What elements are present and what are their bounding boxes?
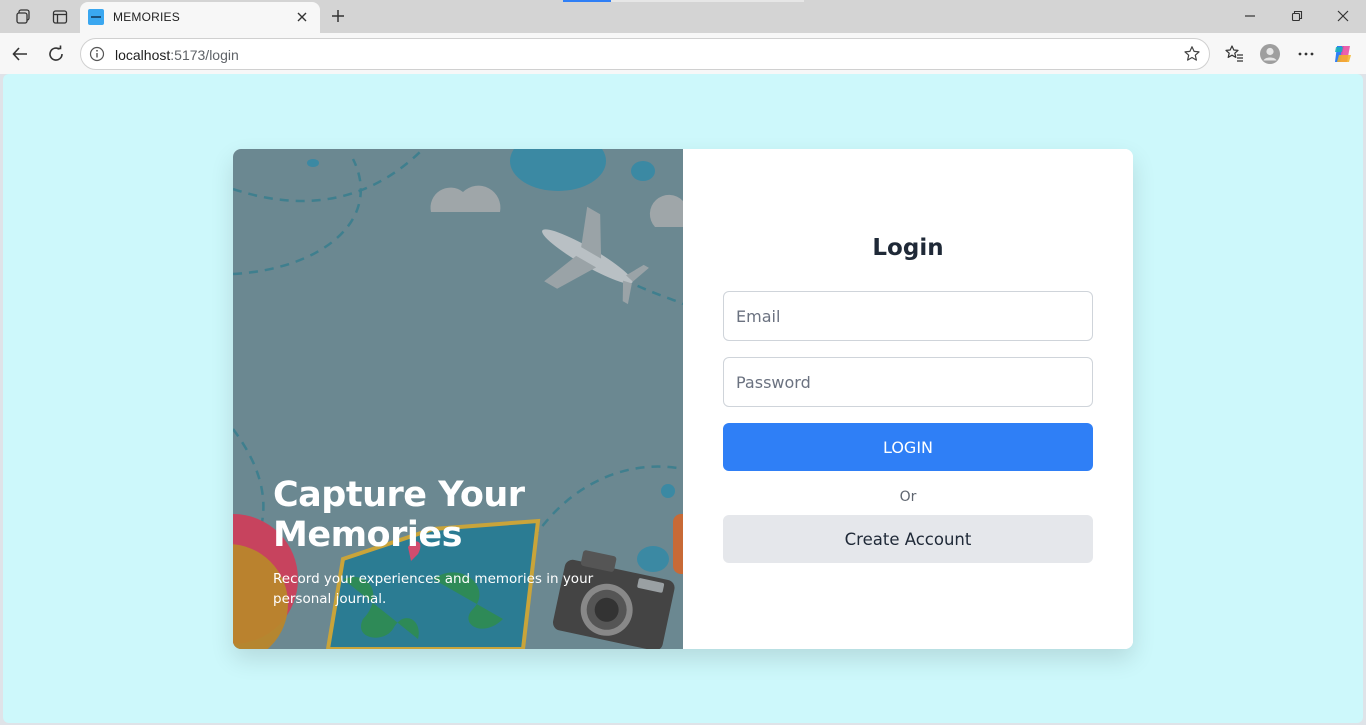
more-icon[interactable] xyxy=(1294,42,1318,66)
login-form: Login LOGIN Or Create Account xyxy=(683,149,1133,649)
loading-track xyxy=(611,0,804,2)
or-divider-text: Or xyxy=(899,489,917,505)
tab-bar: MEMORIES xyxy=(0,0,1366,33)
hero-subtext: Record your experiences and memories in … xyxy=(273,571,594,607)
login-title: Login xyxy=(872,235,944,261)
favorites-icon[interactable] xyxy=(1222,42,1246,66)
email-input[interactable] xyxy=(723,291,1093,341)
page-viewport: Capture Your Memories Record your experi… xyxy=(3,74,1363,723)
address-bar[interactable]: localhost:5173/login xyxy=(80,38,1210,70)
copilot-icon[interactable] xyxy=(1331,42,1355,66)
workspaces-icon[interactable] xyxy=(13,6,35,28)
loading-indicator xyxy=(563,0,611,2)
create-account-button[interactable]: Create Account xyxy=(723,515,1093,563)
tab-title: MEMORIES xyxy=(113,10,180,24)
browser-toolbar: localhost:5173/login xyxy=(0,33,1366,74)
hero-panel: Capture Your Memories Record your experi… xyxy=(233,149,683,649)
site-favicon-icon xyxy=(88,9,104,25)
login-button[interactable]: LOGIN xyxy=(723,423,1093,471)
new-tab-icon[interactable] xyxy=(327,5,349,27)
hero-heading: Capture Your Memories xyxy=(273,475,525,555)
vertical-tabs-icon[interactable] xyxy=(49,6,71,28)
close-window-icon[interactable] xyxy=(1331,5,1355,27)
browser-tab[interactable]: MEMORIES xyxy=(80,2,320,33)
close-tab-icon[interactable] xyxy=(292,7,312,27)
url-path: :5173/login xyxy=(170,47,239,63)
login-card: Capture Your Memories Record your experi… xyxy=(233,149,1133,649)
restore-icon[interactable] xyxy=(1285,5,1309,27)
refresh-icon[interactable] xyxy=(44,42,68,66)
back-arrow-icon[interactable] xyxy=(8,42,32,66)
password-input[interactable] xyxy=(723,357,1093,407)
url-text[interactable]: localhost:5173/login xyxy=(115,47,239,63)
minimize-icon[interactable] xyxy=(1238,5,1262,27)
url-host: localhost xyxy=(115,47,171,63)
profile-icon[interactable] xyxy=(1258,42,1282,66)
info-icon[interactable] xyxy=(89,46,105,62)
star-icon[interactable] xyxy=(1183,45,1201,63)
